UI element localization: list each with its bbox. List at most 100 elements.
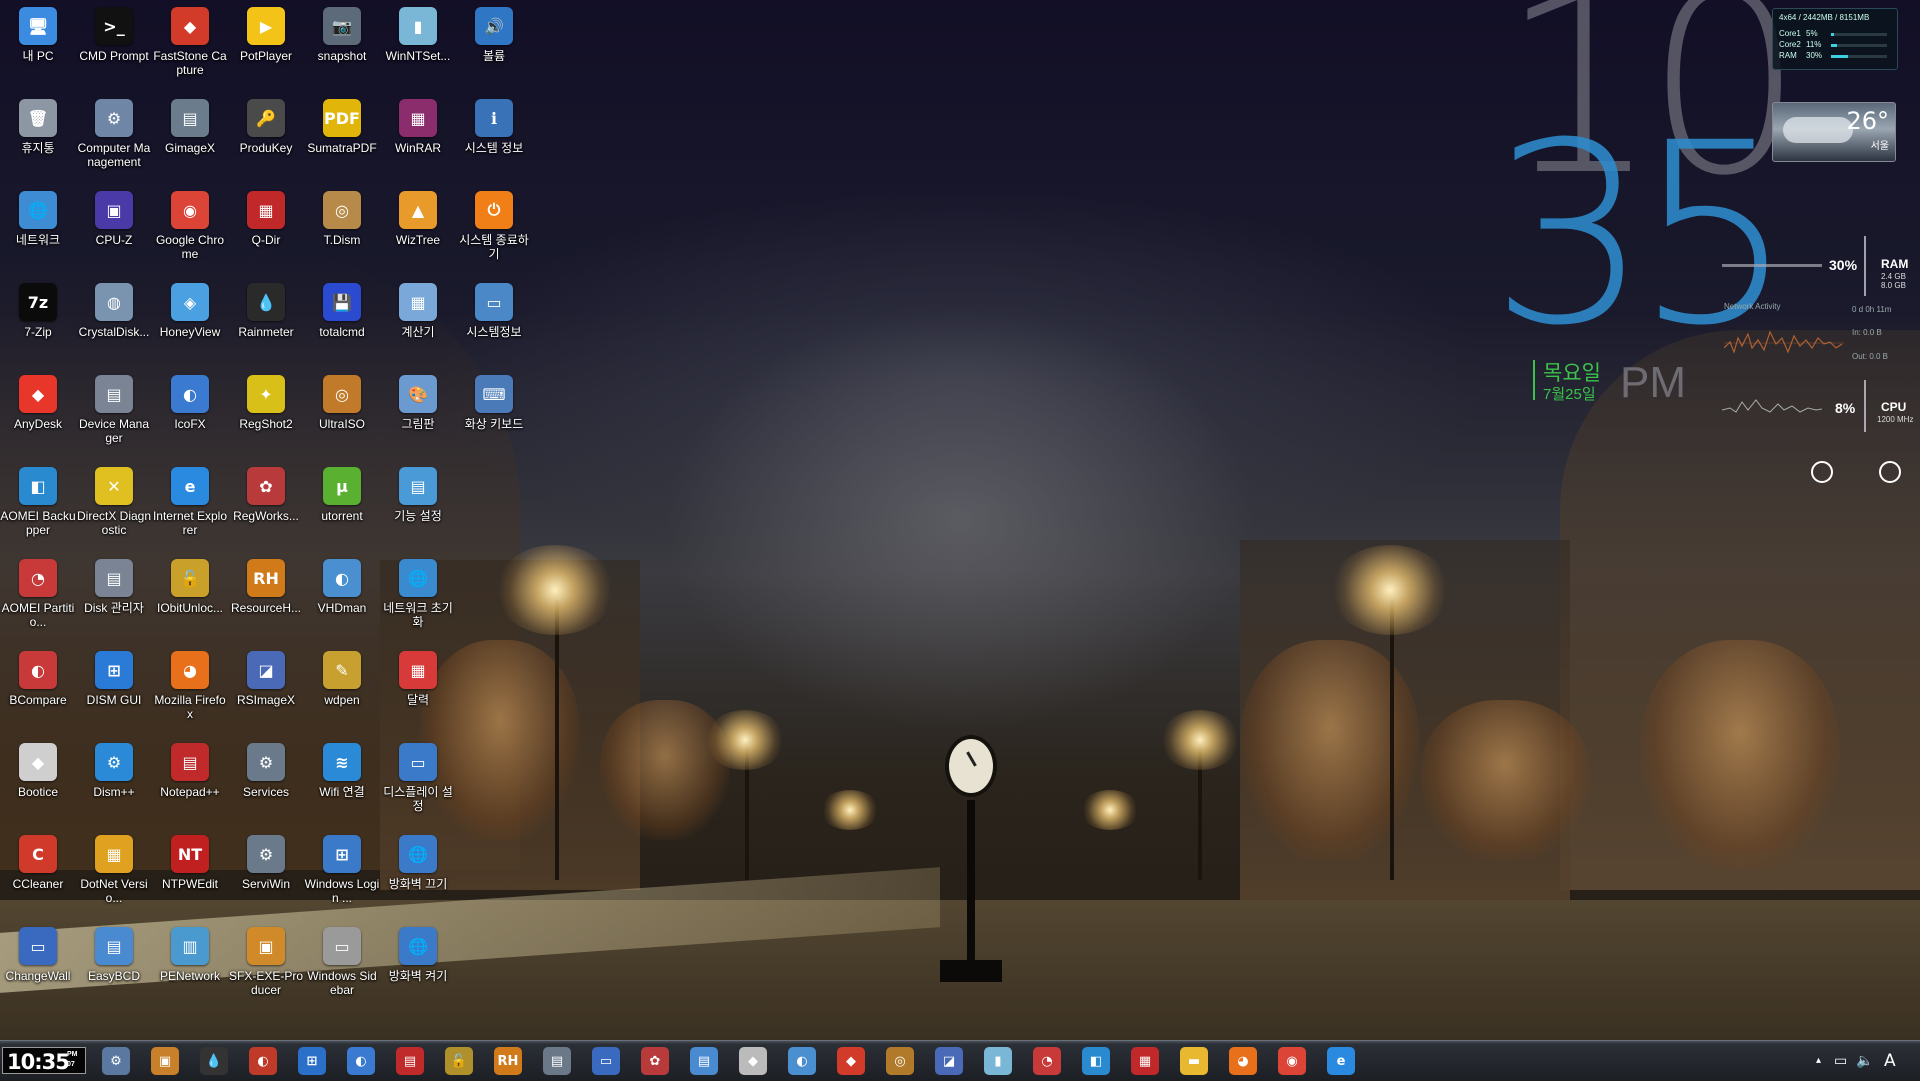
desktop-icon-40[interactable]: ▤ 기능 설정	[380, 464, 456, 554]
desktop-icon-47[interactable]: ◐ BCompare	[0, 648, 76, 738]
desktop-icon-9[interactable]: ▤ GimageX	[152, 96, 228, 186]
desktop-icon-36[interactable]: ✕ DirectX Diagnostic	[76, 464, 152, 554]
desktop-icon-12[interactable]: ▦ WinRAR	[380, 96, 456, 186]
desktop-icon-5[interactable]: ▮ WinNTSet...	[380, 4, 456, 94]
desktop-icon-6[interactable]: 🔊 볼륨	[456, 4, 532, 94]
desktop-icon-68[interactable]: ▣ SFX-EXE-Producer	[228, 924, 304, 1014]
taskbar-file-explorer-icon[interactable]: ▬	[1180, 1047, 1208, 1075]
taskbar-sfx-exe-producer-icon[interactable]: ▣	[151, 1047, 179, 1075]
taskbar-iobit-unlocker-icon[interactable]: 🔓	[445, 1047, 473, 1075]
taskbar-icofx-icon[interactable]: ◐	[347, 1047, 375, 1075]
taskbar-faststone-capture-icon[interactable]: ◆	[837, 1047, 865, 1075]
desktop-icon-16[interactable]: ◉ Google Chrome	[152, 188, 228, 278]
desktop-icon-44[interactable]: RH ResourceH...	[228, 556, 304, 646]
desktop-icon-33[interactable]: 🎨 그림판	[380, 372, 456, 462]
desktop-icon-63[interactable]: ⊞ Windows Login ...	[304, 832, 380, 922]
taskbar-easybcd-icon[interactable]: ▤	[690, 1047, 718, 1075]
desktop-icon-3[interactable]: ▶ PotPlayer	[228, 4, 304, 94]
desktop-icon-49[interactable]: ◕ Mozilla Firefox	[152, 648, 228, 738]
desktop-icon-28[interactable]: ◆ AnyDesk	[0, 372, 76, 462]
desktop-icon-48[interactable]: ⊞ DISM GUI	[76, 648, 152, 738]
tray-overflow-icon[interactable]: ▴	[1816, 1055, 1821, 1066]
taskbar-bootice-icon[interactable]: ◆	[739, 1047, 767, 1075]
desktop-icon-56[interactable]: ⚙ Services	[228, 740, 304, 830]
taskbar-internet-explorer-icon[interactable]: e	[1327, 1047, 1355, 1075]
desktop-icon-11[interactable]: PDF SumatraPDF	[304, 96, 380, 186]
desktop-icon-66[interactable]: ▤ EasyBCD	[76, 924, 152, 1014]
system-monitor-widget[interactable]: 4x64 / 2442MB / 8151MB Core1 5% Core2 11…	[1772, 8, 1898, 70]
desktop-icon-14[interactable]: 🌐 네트워크	[0, 188, 76, 278]
desktop-icon-70[interactable]: 🌐 방화벽 켜기	[380, 924, 456, 1014]
desktop-icon-0[interactable]: 🖥 내 PC	[0, 4, 76, 94]
desktop-icon-30[interactable]: ◐ IcoFX	[152, 372, 228, 462]
taskbar-q-dir-icon[interactable]: ▦	[1131, 1047, 1159, 1075]
desktop-icon-34[interactable]: ⌨ 화상 키보드	[456, 372, 532, 462]
taskbar-firefox-icon[interactable]: ◕	[1229, 1047, 1257, 1075]
desktop-icon-39[interactable]: μ utorrent	[304, 464, 380, 554]
desktop-icon-1[interactable]: >_ CMD Prompt	[76, 4, 152, 94]
tray-volume-icon[interactable]: 🔈	[1856, 1053, 1873, 1069]
desktop-icon-51[interactable]: ✎ wdpen	[304, 648, 380, 738]
desktop-icon-17[interactable]: ▦ Q-Dir	[228, 188, 304, 278]
desktop-icon-31[interactable]: ✦ RegShot2	[228, 372, 304, 462]
taskbar-regworks-icon[interactable]: ✿	[641, 1047, 669, 1075]
desktop-icon-41[interactable]: ◔ AOMEI Partitio...	[0, 556, 76, 646]
taskbar-rsimagex-icon[interactable]: ◪	[935, 1047, 963, 1075]
desktop-icon-54[interactable]: ⚙ Dism++	[76, 740, 152, 830]
taskbar-notepad-plus-icon[interactable]: ▤	[396, 1047, 424, 1075]
taskbar-winntsetup-icon[interactable]: ▮	[984, 1047, 1012, 1075]
taskbar-ultraiso-icon[interactable]: ◎	[886, 1047, 914, 1075]
desktop-icon-37[interactable]: e Internet Explorer	[152, 464, 228, 554]
taskbar-computer-management-icon[interactable]: ⚙	[102, 1047, 130, 1075]
desktop-icon-18[interactable]: ◎ T.Dism	[304, 188, 380, 278]
desktop-icon-25[interactable]: 💾 totalcmd	[304, 280, 380, 370]
desktop-icon-4[interactable]: 📷 snapshot	[304, 4, 380, 94]
power-icon[interactable]	[1879, 461, 1901, 483]
desktop-icon-59[interactable]: C CCleaner	[0, 832, 76, 922]
desktop-icon-15[interactable]: ▣ CPU-Z	[76, 188, 152, 278]
taskbar-clock[interactable]: 10:35 PM 07	[2, 1047, 86, 1074]
desktop-icon-53[interactable]: ◆ Bootice	[0, 740, 76, 830]
taskbar-chrome-icon[interactable]: ◉	[1278, 1047, 1306, 1075]
taskbar-rainmeter-icon[interactable]: 💧	[200, 1047, 228, 1075]
desktop-icon-10[interactable]: 🔑 ProduKey	[228, 96, 304, 186]
weather-widget[interactable]: 26° 서울	[1772, 102, 1896, 162]
desktop-icon-57[interactable]: ≋ Wifi 연결	[304, 740, 380, 830]
desktop-icon-43[interactable]: 🔓 IObitUnloc...	[152, 556, 228, 646]
desktop-icon-8[interactable]: ⚙ Computer Management	[76, 96, 152, 186]
tray-network-icon[interactable]: ▭	[1834, 1053, 1847, 1069]
desktop-icon-62[interactable]: ⚙ ServiWin	[228, 832, 304, 922]
desktop-icon-21[interactable]: 7z 7-Zip	[0, 280, 76, 370]
desktop-icon-58[interactable]: ▭ 디스플레이 설정	[380, 740, 456, 830]
desktop-icon-13[interactable]: ℹ 시스템 정보	[456, 96, 532, 186]
desktop-icon-61[interactable]: NT NTPWEdit	[152, 832, 228, 922]
desktop-icon-52[interactable]: ▦ 달력	[380, 648, 456, 738]
desktop-icon-24[interactable]: 💧 Rainmeter	[228, 280, 304, 370]
desktop-icon-20[interactable]: ⏻ 시스템 종료하기	[456, 188, 532, 278]
desktop-icon-26[interactable]: ▦ 계산기	[380, 280, 456, 370]
desktop-icon-60[interactable]: ▦ DotNet Versio...	[76, 832, 152, 922]
taskbar-windows-login-icon[interactable]: ⊞	[298, 1047, 326, 1075]
taskbar-bcompare-icon[interactable]: ◐	[249, 1047, 277, 1075]
desktop-icon-35[interactable]: ◧ AOMEI Backupper	[0, 464, 76, 554]
taskbar-resource-hacker-icon[interactable]: RH	[494, 1047, 522, 1075]
desktop-icon-38[interactable]: ✿ RegWorks...	[228, 464, 304, 554]
taskbar-vhdman-icon[interactable]: ◐	[788, 1047, 816, 1075]
taskbar-gimagex-icon[interactable]: ▤	[543, 1047, 571, 1075]
refresh-icon[interactable]	[1811, 461, 1833, 483]
taskbar-aomei-backupper-icon[interactable]: ◧	[1082, 1047, 1110, 1075]
taskbar-changewall-icon[interactable]: ▭	[592, 1047, 620, 1075]
desktop-icon-27[interactable]: ▭ 시스템정보	[456, 280, 532, 370]
taskbar-aomei-partition-icon[interactable]: ◔	[1033, 1047, 1061, 1075]
desktop-icon-55[interactable]: ▤ Notepad++	[152, 740, 228, 830]
desktop-icon-64[interactable]: 🌐 방화벽 끄기	[380, 832, 456, 922]
desktop-icon-42[interactable]: ▤ Disk 관리자	[76, 556, 152, 646]
desktop-icon-45[interactable]: ◐ VHDman	[304, 556, 380, 646]
desktop-icon-22[interactable]: ◍ CrystalDisk...	[76, 280, 152, 370]
desktop-icon-2[interactable]: ◆ FastStone Capture	[152, 4, 228, 94]
desktop-icon-46[interactable]: 🌐 네트워크 초기화	[380, 556, 456, 646]
desktop-icon-67[interactable]: ▥ PENetwork	[152, 924, 228, 1014]
desktop-icon-32[interactable]: ◎ UltraISO	[304, 372, 380, 462]
desktop-icon-19[interactable]: ▲ WizTree	[380, 188, 456, 278]
desktop-icon-69[interactable]: ▭ Windows Sidebar	[304, 924, 380, 1014]
